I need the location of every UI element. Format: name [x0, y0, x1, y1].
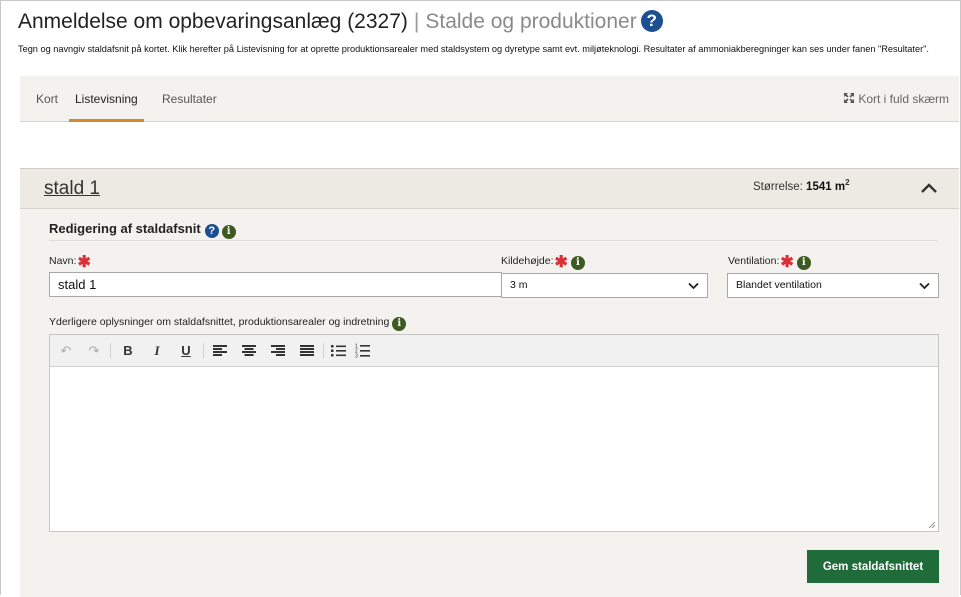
stald-panel: stald 1 Størrelse: 1541 m2 Redigering af… — [20, 168, 959, 597]
collapse-chevron-icon[interactable] — [920, 182, 938, 194]
ventilation-label-text: Ventilation: — [728, 255, 780, 267]
toolbar-divider — [110, 343, 111, 358]
ventilation-select[interactable]: Blandet ventilation — [727, 273, 939, 298]
align-right-icon[interactable] — [271, 345, 285, 356]
size-unit-sup: 2 — [845, 178, 850, 187]
page-description: Tegn og navngiv staldafsnit på kortet. K… — [18, 44, 929, 54]
section-title: Redigering af staldafsnit? i — [49, 221, 236, 239]
expand-icon — [844, 93, 855, 103]
info-icon[interactable]: i — [796, 256, 811, 270]
bullet-list-icon[interactable] — [331, 344, 346, 357]
bold-button[interactable]: B — [118, 335, 138, 366]
question-circle-icon[interactable]: ? — [640, 10, 663, 32]
ventilation-label: Ventilation:✱ i — [728, 252, 811, 272]
tab-resultater[interactable]: Resultater — [162, 76, 217, 121]
required-asterisk-icon: ✱ — [77, 254, 91, 271]
save-button[interactable]: Gem staldafsnittet — [807, 550, 939, 583]
size-value: 1541 m — [806, 180, 846, 193]
title-separator: | — [413, 10, 420, 33]
height-select-value: 3 m — [510, 279, 528, 291]
rich-text-editor[interactable]: ↶ ↷ B I U 123 — [49, 334, 939, 532]
page-header: Anmeldelse om opbevaringsanlæg (2327) | St… — [18, 10, 663, 34]
chevron-down-icon — [919, 282, 930, 290]
page-subtitle: Stalde og produktioner — [425, 10, 637, 33]
info-icon[interactable]: i — [221, 225, 236, 239]
info-icon[interactable]: i — [392, 317, 407, 331]
underline-button[interactable]: U — [176, 335, 196, 366]
required-asterisk-icon: ✱ — [780, 254, 794, 271]
fullscreen-map-button[interactable]: Kort i fuld skærm — [843, 76, 949, 121]
tab-listevisning[interactable]: Listevisning — [69, 76, 144, 122]
size-display: Størrelse: 1541 m2 — [753, 178, 850, 193]
redo-button[interactable]: ↷ — [84, 335, 104, 366]
name-label-text: Navn: — [49, 255, 77, 267]
resize-handle-icon[interactable] — [928, 521, 936, 529]
svg-text:3: 3 — [355, 354, 358, 359]
ventilation-select-value: Blandet ventilation — [736, 279, 822, 291]
required-asterisk-icon: ✱ — [554, 254, 568, 271]
italic-button[interactable]: I — [147, 335, 167, 366]
align-center-icon[interactable] — [242, 345, 256, 356]
panel-header[interactable]: stald 1 Størrelse: 1541 m2 — [20, 169, 959, 209]
fullscreen-label: Kort i fuld skærm — [858, 92, 949, 106]
toolbar-divider — [323, 343, 324, 358]
chevron-down-icon — [688, 282, 699, 290]
size-label: Størrelse: — [753, 180, 803, 193]
height-select[interactable]: 3 m — [501, 273, 708, 298]
height-label: Kildehøjde:✱ i — [501, 252, 585, 272]
numbered-list-icon[interactable]: 123 — [355, 343, 370, 358]
height-label-text: Kildehøjde: — [501, 255, 554, 267]
name-label: Navn:✱ — [49, 252, 91, 272]
question-circle-icon[interactable]: ? — [204, 224, 219, 238]
stald-title[interactable]: stald 1 — [44, 178, 100, 200]
extra-info-label-text: Yderligere oplysninger om staldafsnittet… — [49, 316, 390, 328]
info-icon[interactable]: i — [570, 256, 585, 270]
page-title: Anmeldelse om opbevaringsanlæg (2327) — [18, 10, 408, 33]
toolbar-divider — [203, 343, 204, 358]
section-divider — [49, 240, 938, 241]
undo-button[interactable]: ↶ — [56, 335, 76, 366]
tab-kort[interactable]: Kort — [36, 76, 58, 121]
section-title-text: Redigering af staldafsnit — [49, 221, 201, 236]
name-input[interactable]: stald 1 — [49, 272, 502, 297]
tab-bar: Kort Listevisning Resultater Kort i fuld… — [20, 76, 959, 122]
align-justify-icon[interactable] — [300, 345, 314, 356]
extra-info-label: Yderligere oplysninger om staldafsnittet… — [49, 316, 407, 331]
align-left-icon[interactable] — [213, 345, 227, 356]
editor-toolbar: ↶ ↷ B I U 123 — [50, 335, 938, 367]
